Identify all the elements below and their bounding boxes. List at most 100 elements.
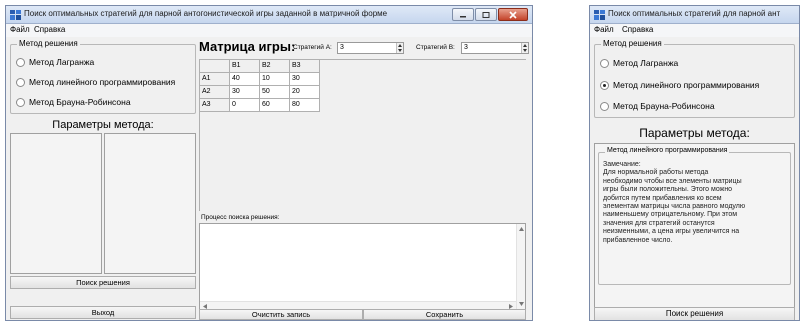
menu-help[interactable]: Справка — [622, 25, 653, 34]
lp-method-group: Метод линейного программирования Замечан… — [598, 147, 791, 285]
strategy-b-spinner[interactable]: 3 — [461, 42, 529, 54]
spin-up-icon — [523, 44, 527, 47]
matrix-column-header[interactable]: B2 — [260, 60, 290, 73]
maximize-button[interactable] — [475, 8, 497, 21]
scroll-up-icon — [519, 227, 524, 231]
matrix-title: Матрица игры: — [199, 39, 296, 54]
note-line: наименьшему отрицательному. При этом — [603, 211, 738, 219]
search-solution-button[interactable]: Поиск решения — [10, 276, 196, 289]
strategy-a-label: Стратегий А: — [293, 44, 332, 51]
spin-down-icon — [523, 49, 527, 52]
lp-method-group-legend: Метод линейного программирования — [605, 147, 730, 154]
strategy-b-value: 3 — [464, 44, 468, 51]
method-group: Метод решения Метод Лагранжа Метод линей… — [10, 39, 196, 114]
radio-lagrange[interactable]: Метод Лагранжа — [16, 57, 94, 67]
menu-help[interactable]: Справка — [34, 25, 65, 34]
app-icon — [594, 10, 605, 20]
horizontal-scrollbar[interactable] — [200, 301, 516, 309]
save-button[interactable]: Сохранить — [363, 309, 526, 320]
method-group-legend: Метод решения — [601, 39, 664, 48]
params-title: Параметры метода: — [52, 119, 154, 131]
note-line: Для нормальной работы метода — [603, 169, 709, 177]
matrix-cell[interactable]: 60 — [260, 99, 290, 112]
spinner-arrows[interactable] — [521, 43, 528, 53]
params-panel: Метод линейного программирования Замечан… — [594, 143, 795, 320]
radio-indicator — [16, 97, 25, 107]
title-bar[interactable]: Поиск оптимальных стратегий для парной а… — [590, 6, 799, 24]
radio-brown-robinson[interactable]: Метод Брауна-Робинсона — [16, 97, 131, 107]
strategy-a-value: 3 — [340, 44, 344, 51]
matrix-cell[interactable]: 40 — [230, 73, 260, 86]
note-line: неизменными, а цена игры увеличится на — [603, 228, 740, 236]
menu-bar: Файл Справка — [590, 24, 799, 37]
matrix-cell[interactable]: 50 — [260, 86, 290, 99]
radio-label: Метод линейного программирования — [613, 80, 760, 90]
method-group-legend: Метод решения — [17, 39, 80, 48]
method-group: Метод решения Метод Лагранжа Метод линей… — [594, 39, 795, 118]
spin-up-icon — [398, 44, 402, 47]
note-line: прибавленное число. — [603, 236, 673, 244]
radio-indicator — [16, 57, 25, 67]
note-line: элементам матрицы числа равного модулю — [603, 203, 746, 211]
matrix-cell[interactable]: 20 — [290, 86, 320, 99]
matrix-row-header[interactable]: A3 — [200, 99, 230, 112]
close-icon — [509, 10, 517, 19]
radio-linear-programming[interactable]: Метод линейного программирования — [600, 80, 759, 90]
matrix-corner-cell — [200, 60, 230, 73]
radio-label: Метод Брауна-Робинсона — [613, 101, 715, 111]
close-button[interactable] — [498, 8, 528, 21]
matrix-cell[interactable]: 30 — [230, 86, 260, 99]
matrix-grid: B1 B2 B3 A1 40 10 30 A2 30 50 20 A3 0 60… — [199, 59, 526, 211]
radio-linear-programming[interactable]: Метод линейного программирования — [16, 77, 175, 87]
matrix-cell[interactable]: 80 — [290, 99, 320, 112]
menu-file[interactable]: Файл — [594, 25, 614, 34]
radio-brown-robinson[interactable]: Метод Брауна-Робинсона — [600, 101, 715, 111]
minimize-button[interactable] — [452, 8, 474, 21]
matrix-column-header[interactable]: B1 — [230, 60, 260, 73]
strategy-a-spinner[interactable]: 3 — [337, 42, 404, 54]
matrix-cell[interactable]: 30 — [290, 73, 320, 86]
title-bar[interactable]: Поиск оптимальных стратегий для парной а… — [6, 6, 532, 24]
spin-down-icon — [398, 49, 402, 52]
matrix-cell[interactable]: 10 — [260, 73, 290, 86]
matrix-cell[interactable]: 0 — [230, 99, 260, 112]
matrix-row-header[interactable]: A2 — [200, 86, 230, 99]
matrix-row-header[interactable]: A1 — [200, 73, 230, 86]
params-title: Параметры метода: — [639, 126, 750, 140]
spinner-arrows[interactable] — [396, 43, 403, 53]
matrix-column-header[interactable]: B3 — [290, 60, 320, 73]
process-log[interactable] — [199, 223, 526, 310]
search-solution-button[interactable]: Поиск решения — [594, 307, 795, 320]
note-line: необходимо чтобы все элементы матрицы — [603, 177, 742, 185]
note-text: Замечание: Для нормальной работы метода … — [603, 161, 788, 245]
vertical-scrollbar[interactable] — [516, 224, 525, 309]
params-panel-right — [104, 133, 196, 274]
note-line: добится путем прибавления ко всем — [603, 194, 722, 202]
radio-label: Метод линейного программирования — [29, 77, 176, 87]
window-title: Поиск оптимальных стратегий для парной а… — [24, 9, 388, 18]
params-panel-left — [10, 133, 102, 274]
radio-lagrange[interactable]: Метод Лагранжа — [600, 58, 678, 68]
radio-indicator-selected — [600, 80, 609, 90]
menu-file[interactable]: Файл — [10, 25, 30, 34]
radio-indicator — [600, 58, 609, 68]
menu-bar: Файл Справка — [6, 24, 532, 37]
note-line: игры были положительны. Этого можно — [603, 186, 733, 194]
note-line: значения для стратегий останутся — [603, 219, 715, 227]
detail-window: Поиск оптимальных стратегий для парной а… — [589, 5, 800, 321]
strategy-b-label: Стратегий В: — [416, 44, 455, 51]
radio-label: Метод Лагранжа — [29, 57, 95, 67]
radio-label: Метод Брауна-Робинсона — [29, 97, 131, 107]
clear-log-button[interactable]: Очистить запись — [199, 309, 363, 320]
radio-indicator — [600, 101, 609, 111]
main-window: Поиск оптимальных стратегий для парной а… — [5, 5, 533, 321]
process-label: Процесс поиска решения: — [201, 214, 280, 221]
window-title: Поиск оптимальных стратегий для парной а… — [608, 9, 781, 18]
maximize-icon — [482, 11, 490, 18]
minimize-icon — [460, 15, 466, 17]
radio-label: Метод Лагранжа — [613, 58, 679, 68]
exit-button[interactable]: Выход — [10, 306, 196, 319]
app-icon — [10, 10, 21, 20]
scroll-down-icon — [519, 302, 524, 306]
radio-indicator — [16, 77, 25, 87]
